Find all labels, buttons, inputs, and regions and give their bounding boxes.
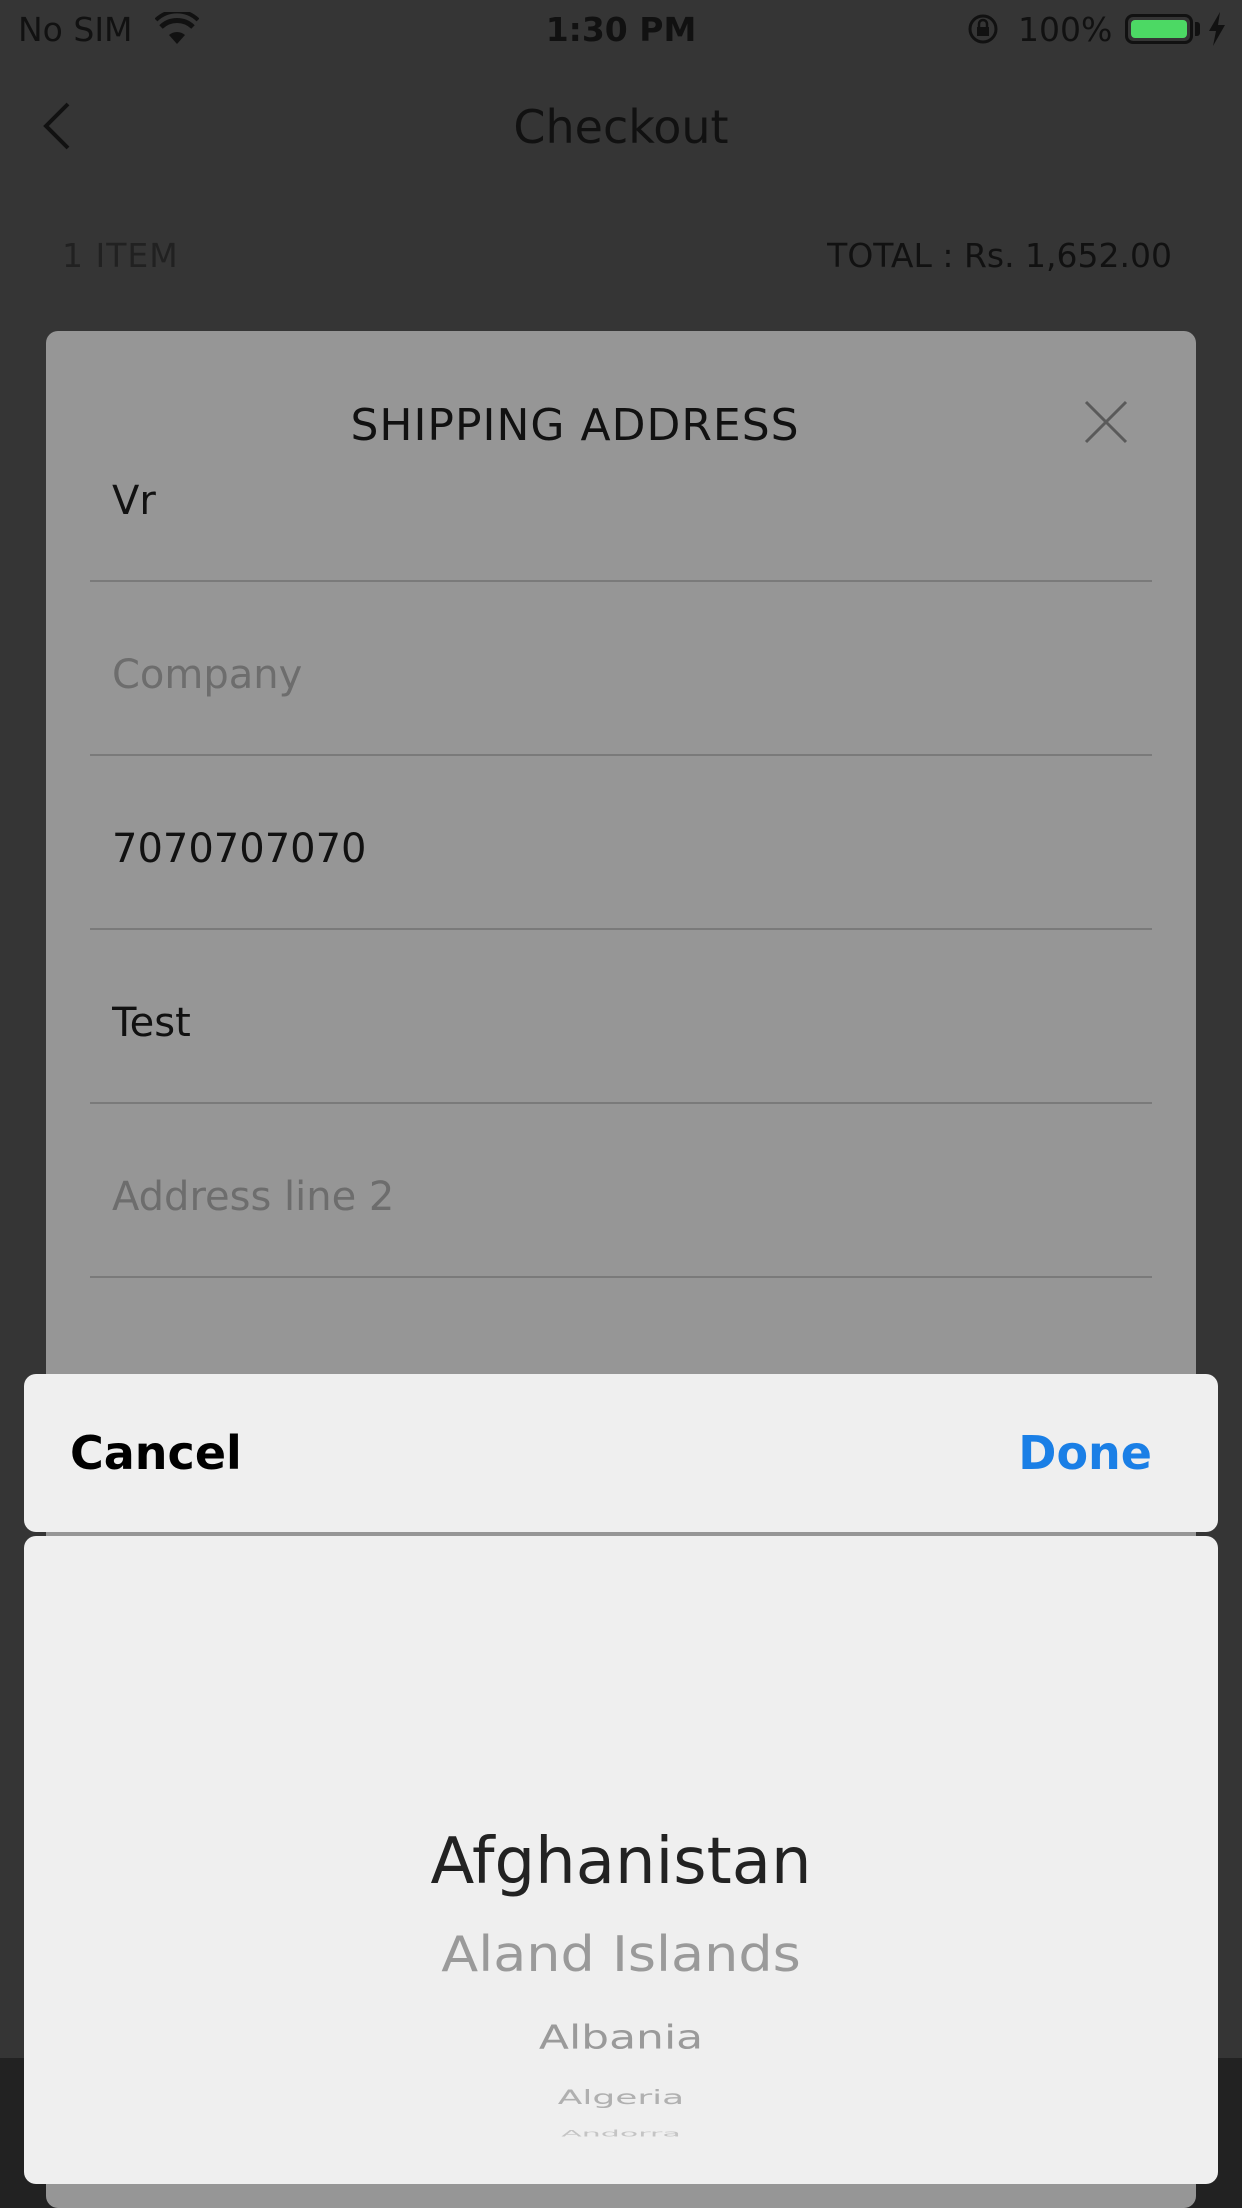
battery-cap [1195, 22, 1200, 36]
picker-option[interactable]: Albania [24, 2018, 1218, 2056]
done-button[interactable]: Done [1018, 1426, 1152, 1480]
page-title: Checkout [513, 100, 729, 154]
cancel-button[interactable]: Cancel [70, 1426, 242, 1480]
charging-bolt-icon [1209, 12, 1225, 46]
name-field [90, 408, 1152, 582]
status-bar: No SIM 1:30 PM 100% [0, 0, 1242, 62]
company-input[interactable] [112, 652, 1112, 698]
address-line-2-input[interactable] [112, 1174, 1112, 1220]
address-line-2-field [90, 1104, 1152, 1278]
battery-percentage: 100% [1018, 10, 1113, 49]
phone-field [90, 756, 1152, 930]
picker-option-selected[interactable]: Afghanistan [24, 1825, 1218, 1899]
picker-option[interactable]: Algeria [24, 2086, 1218, 2109]
phone-input[interactable] [112, 826, 1112, 872]
address-line-1-input[interactable] [112, 1000, 1112, 1046]
country-picker[interactable]: Afghanistan Aland Islands Albania Algeri… [24, 1536, 1218, 2184]
picker-option[interactable]: Aland Islands [24, 1926, 1218, 1983]
order-total: TOTAL : Rs. 1,652.00 [827, 236, 1172, 275]
address-line-1-field [90, 930, 1152, 1104]
orientation-lock-icon [968, 14, 998, 44]
company-field [90, 582, 1152, 756]
battery-icon [1125, 14, 1193, 44]
name-input[interactable] [112, 478, 1112, 524]
picker-option[interactable]: Andorra [24, 2128, 1218, 2139]
picker-toolbar: Cancel Done [24, 1374, 1218, 1532]
item-count: 1 ITEM [62, 236, 179, 275]
